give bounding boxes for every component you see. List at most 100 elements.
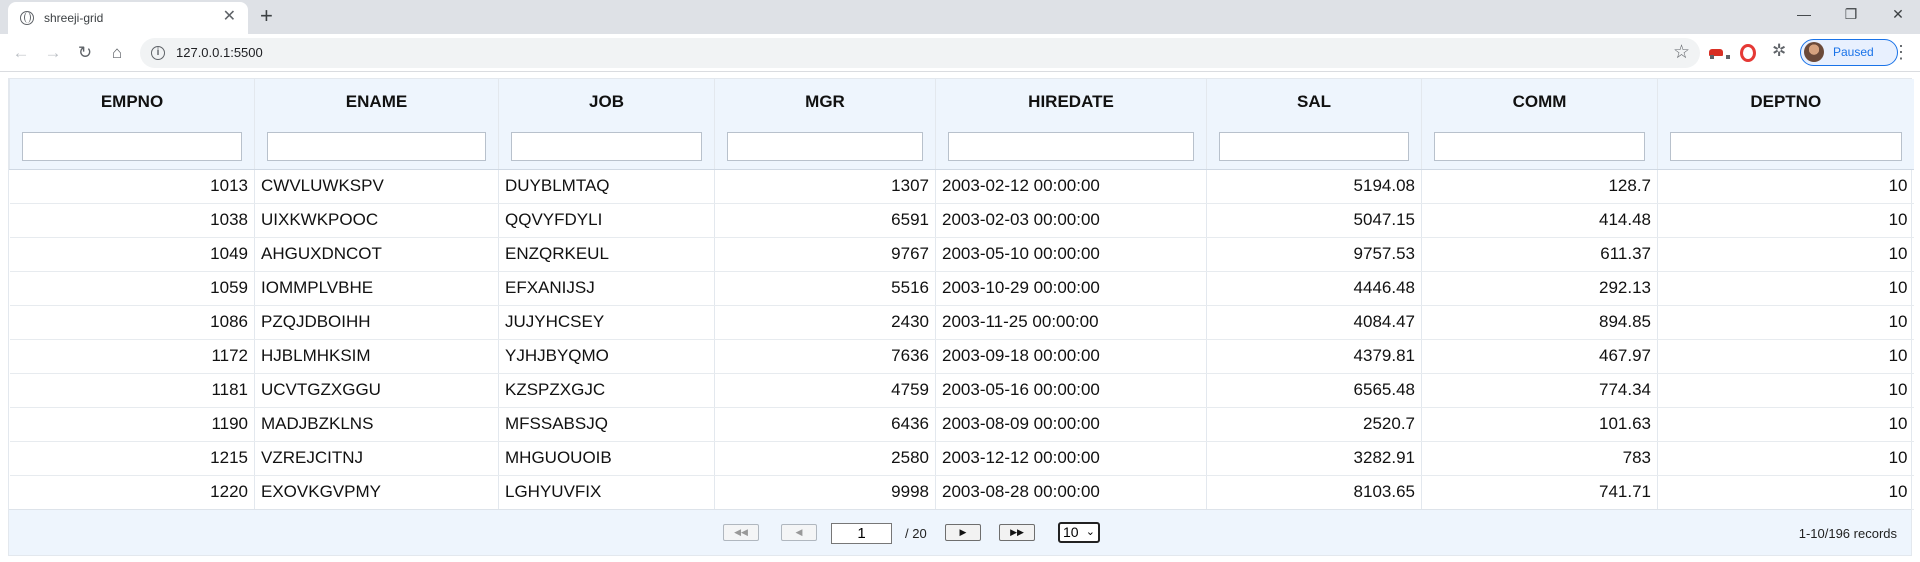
column-header-mgr[interactable]: MGR: [714, 79, 936, 124]
records-count: 1-10/196 records: [1798, 526, 1897, 541]
page-size-select[interactable]: 10 ⌄: [1058, 522, 1100, 543]
column-header-empno[interactable]: EMPNO: [9, 79, 255, 124]
filter-input-empno[interactable]: [22, 131, 242, 161]
cell-deptno: 10: [1657, 169, 1914, 204]
cell-empno: 1059: [9, 271, 255, 306]
table-row[interactable]: 1059 IOMMPLVBHE EFXANIJSJ 5516 2003-10-29 00…: [9, 271, 1914, 306]
column-header-job[interactable]: JOB: [498, 79, 715, 124]
column-header-hiredate[interactable]: HIREDATE: [935, 79, 1207, 124]
pager-bar: ◀◀ ◀ / 20 ▶ ▶▶ 10 ⌄ 1-10/196 records: [9, 509, 1911, 555]
cell-ename: IOMMPLVBHE: [254, 271, 499, 306]
globe-icon: [20, 11, 34, 25]
total-pages-label: / 20: [905, 526, 927, 541]
cell-hiredate: 2003-08-28 00:00:00: [935, 475, 1207, 510]
browser-menu-icon[interactable]: ⋮: [1892, 42, 1910, 62]
cell-empno: 1013: [9, 169, 255, 204]
cell-ename: AHGUXDNCOT: [254, 237, 499, 272]
cell-sal: 4379.81: [1206, 339, 1422, 374]
table-row[interactable]: 1181 UCVTGZXGGU KZSPZXGJC 4759 2003-05-16 00…: [9, 373, 1914, 408]
cell-comm: 611.37: [1421, 237, 1658, 272]
cell-job: KZSPZXGJC: [498, 373, 715, 408]
column-header-comm[interactable]: COMM: [1421, 79, 1658, 124]
table-row[interactable]: 1086 PZQJDBOIHH JUJYHCSEY 2430 2003-11-25 00…: [9, 305, 1914, 340]
minimize-icon[interactable]: —: [1794, 4, 1814, 24]
car-extension-icon[interactable]: [1707, 44, 1730, 62]
chevron-down-icon: ⌄: [1085, 526, 1095, 538]
next-page-button[interactable]: ▶: [945, 524, 981, 541]
grid-body: 1013 CWVLUWKSPV DUYBLMTAQ 1307 2003-02-12 00…: [9, 169, 1914, 510]
cell-mgr: 7636: [714, 339, 936, 374]
site-info-icon[interactable]: i: [151, 46, 165, 60]
cell-comm: 467.97: [1421, 339, 1658, 374]
cell-empno: 1038: [9, 203, 255, 238]
filter-input-sal[interactable]: [1219, 131, 1409, 161]
cell-sal: 9757.53: [1206, 237, 1422, 272]
cell-hiredate: 2003-02-12 00:00:00: [935, 169, 1207, 204]
home-icon[interactable]: ⌂: [106, 42, 128, 64]
column-header-sal[interactable]: SAL: [1206, 79, 1422, 124]
cell-mgr: 2430: [714, 305, 936, 340]
cell-hiredate: 2003-05-10 00:00:00: [935, 237, 1207, 272]
page-number-input[interactable]: [831, 523, 892, 544]
table-row[interactable]: 1038 UIXKWKPOOC QQVYFDYLI 6591 2003-02-03 00…: [9, 203, 1914, 238]
opera-extension-icon[interactable]: [1740, 44, 1756, 62]
cell-comm: 128.7: [1421, 169, 1658, 204]
close-window-icon[interactable]: ✕: [1888, 4, 1908, 24]
cell-mgr: 6436: [714, 407, 936, 442]
new-tab-icon[interactable]: +: [260, 5, 273, 27]
cell-ename: UIXKWKPOOC: [254, 203, 499, 238]
address-bar[interactable]: i 127.0.0.1:5500 ☆: [140, 38, 1700, 68]
cell-mgr: 9998: [714, 475, 936, 510]
filter-input-deptno[interactable]: [1670, 131, 1902, 161]
browser-tab[interactable]: shreeji-grid ✕: [8, 2, 248, 34]
cell-sal: 5194.08: [1206, 169, 1422, 204]
cell-deptno: 10: [1657, 441, 1914, 476]
cell-job: MFSSABSJQ: [498, 407, 715, 442]
cell-empno: 1220: [9, 475, 255, 510]
filter-input-ename[interactable]: [267, 131, 486, 161]
cell-job: JUJYHCSEY: [498, 305, 715, 340]
cell-job: QQVYFDYLI: [498, 203, 715, 238]
back-arrow-icon[interactable]: ←: [10, 42, 32, 64]
cell-empno: 1172: [9, 339, 255, 374]
cell-deptno: 10: [1657, 339, 1914, 374]
cell-hiredate: 2003-09-18 00:00:00: [935, 339, 1207, 374]
cell-hiredate: 2003-11-25 00:00:00: [935, 305, 1207, 340]
browser-toolbar: ← → ↻ ⌂ i 127.0.0.1:5500 ☆ ✲ Paused ⋮: [0, 34, 1920, 72]
cell-empno: 1181: [9, 373, 255, 408]
last-page-button[interactable]: ▶▶: [999, 524, 1035, 541]
filter-cell-sal: [1206, 124, 1422, 170]
first-page-button[interactable]: ◀◀: [723, 524, 759, 541]
previous-page-button[interactable]: ◀: [781, 524, 817, 541]
table-row[interactable]: 1220 EXOVKGVPMY LGHYUVFIX 9998 2003-08-28 00…: [9, 475, 1914, 510]
url-text[interactable]: 127.0.0.1:5500: [176, 45, 263, 60]
extensions-puzzle-icon[interactable]: ✲: [1772, 41, 1790, 60]
table-row[interactable]: 1190 MADJBZKLNS MFSSABSJQ 6436 2003-08-09 00…: [9, 407, 1914, 442]
column-header-deptno[interactable]: DEPTNO: [1657, 79, 1914, 124]
cell-ename: UCVTGZXGGU: [254, 373, 499, 408]
profile-button[interactable]: Paused: [1800, 39, 1898, 66]
column-header-ename[interactable]: ENAME: [254, 79, 499, 124]
cell-empno: 1190: [9, 407, 255, 442]
cell-deptno: 10: [1657, 407, 1914, 442]
bookmark-star-icon[interactable]: ☆: [1673, 41, 1690, 64]
filter-input-job[interactable]: [511, 131, 702, 161]
filter-input-comm[interactable]: [1434, 131, 1645, 161]
filter-cell-mgr: [714, 124, 936, 170]
cell-sal: 4084.47: [1206, 305, 1422, 340]
filter-input-mgr[interactable]: [727, 131, 923, 161]
table-row[interactable]: 1172 HJBLMHKSIM YJHJBYQMO 7636 2003-09-18 00…: [9, 339, 1914, 374]
cell-mgr: 6591: [714, 203, 936, 238]
cell-comm: 774.34: [1421, 373, 1658, 408]
forward-arrow-icon[interactable]: →: [42, 42, 64, 64]
restore-icon[interactable]: ❐: [1841, 4, 1861, 24]
reload-icon[interactable]: ↻: [74, 42, 96, 64]
filter-cell-hiredate: [935, 124, 1207, 170]
filter-input-hiredate[interactable]: [948, 131, 1194, 161]
table-row[interactable]: 1215 VZREJCITNJ MHGUOUOIB 2580 2003-12-12 00…: [9, 441, 1914, 476]
close-tab-icon[interactable]: ✕: [223, 8, 236, 26]
cell-deptno: 10: [1657, 237, 1914, 272]
cell-job: ENZQRKEUL: [498, 237, 715, 272]
table-row[interactable]: 1013 CWVLUWKSPV DUYBLMTAQ 1307 2003-02-12 00…: [9, 169, 1914, 204]
table-row[interactable]: 1049 AHGUXDNCOT ENZQRKEUL 9767 2003-05-10 00…: [9, 237, 1914, 272]
